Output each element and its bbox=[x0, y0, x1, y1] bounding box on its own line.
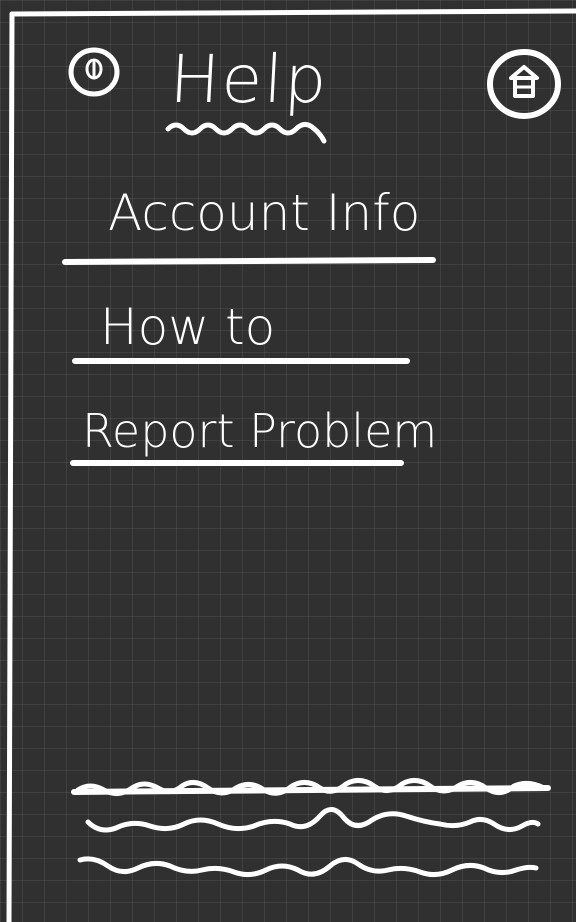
menu-item-underline bbox=[72, 358, 410, 364]
home-icon bbox=[487, 49, 561, 119]
menu-item-report-problem[interactable]: Report Problem bbox=[66, 404, 437, 476]
info-circle-icon bbox=[68, 47, 120, 97]
footer-placeholder-text bbox=[71, 778, 551, 878]
help-screen: Help Account Info How to Report Problem bbox=[0, 0, 576, 922]
title-squiggle bbox=[165, 121, 327, 144]
menu-item-underline bbox=[61, 257, 437, 265]
page-title-group: Help bbox=[158, 40, 358, 155]
info-button[interactable] bbox=[66, 44, 122, 100]
menu-item-label: How to bbox=[100, 298, 276, 356]
page-title: Help bbox=[167, 41, 331, 118]
menu-item-underline bbox=[70, 460, 404, 466]
menu-item-account-info[interactable]: Account Info bbox=[58, 186, 438, 270]
menu-item-label: Report Problem bbox=[82, 404, 438, 458]
menu-item-how-to[interactable]: How to bbox=[68, 300, 414, 370]
menu-item-label: Account Info bbox=[108, 184, 421, 242]
home-button[interactable] bbox=[484, 46, 568, 124]
